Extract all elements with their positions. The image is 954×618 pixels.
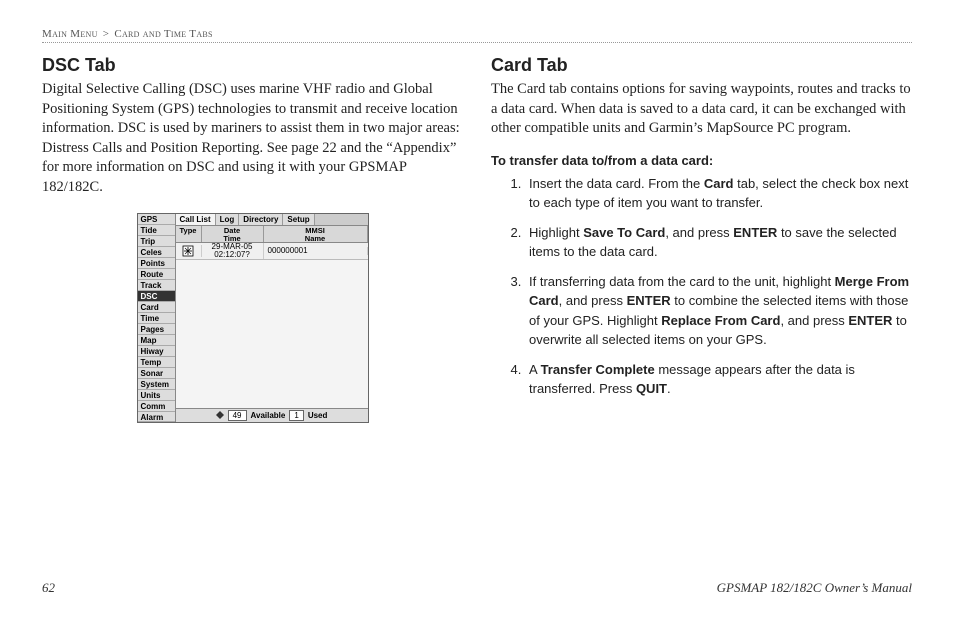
step-1: Insert the data card. From the Card tab,…: [525, 174, 912, 213]
gps-tab-celes: Celes: [138, 247, 175, 258]
gps-tab-map: Map: [138, 335, 175, 346]
page-footer: 62 GPSMAP 182/182C Owner’s Manual: [42, 580, 912, 596]
gps-tab-track: Track: [138, 280, 175, 291]
gps-screenshot: GPSTideTripCelesPointsRouteTrackDSCCardT…: [137, 213, 369, 423]
gps-tab-temp: Temp: [138, 357, 175, 368]
gps-table-body: [176, 260, 368, 408]
step-2: Highlight Save To Card, and press ENTER …: [525, 223, 912, 262]
step-4: A Transfer Complete message appears afte…: [525, 360, 912, 399]
content-columns: DSC Tab Digital Selective Calling (DSC) …: [42, 55, 912, 423]
gps-tab-system: System: [138, 379, 175, 390]
gps-table-header: Type DateTime MMSIName: [176, 226, 368, 243]
gps-footer: 49 Available 1 Used: [176, 408, 368, 422]
gps-header-type: Type: [176, 226, 202, 242]
card-heading: Card Tab: [491, 55, 912, 76]
gps-tab-tide: Tide: [138, 225, 175, 236]
gps-tab-dsc: DSC: [138, 291, 175, 302]
page-number: 62: [42, 580, 55, 596]
gps-header-mmsi: MMSIName: [264, 226, 368, 242]
gps-main: Call ListLogDirectorySetup Type DateTime…: [176, 214, 368, 422]
gps-tab-alarm: Alarm: [138, 412, 175, 423]
gps-footer-used-count: 1: [289, 410, 303, 421]
right-column: Card Tab The Card tab contains options f…: [491, 55, 912, 423]
gps-footer-available-label: Available: [251, 411, 286, 420]
left-column: DSC Tab Digital Selective Calling (DSC) …: [42, 55, 463, 423]
gps-subtabs: Call ListLogDirectorySetup: [176, 214, 368, 226]
card-subhead: To transfer data to/from a data card:: [491, 153, 912, 168]
gps-subtab-setup: Setup: [283, 214, 314, 225]
gps-footer-used-label: Used: [308, 411, 328, 420]
diamond-icon: [216, 411, 224, 421]
gps-table-row: 29-MAR-0502:12:07? 000000001: [176, 243, 368, 260]
dsc-heading: DSC Tab: [42, 55, 463, 76]
gps-tab-sonar: Sonar: [138, 368, 175, 379]
gps-subtab-call-list: Call List: [176, 214, 216, 225]
gps-tab-comm: Comm: [138, 401, 175, 412]
gps-tab-route: Route: [138, 269, 175, 280]
gps-tab-time: Time: [138, 313, 175, 324]
gps-footer-available-count: 49: [228, 410, 247, 421]
breadcrumb: Main Menu > Card and Time Tabs: [42, 28, 912, 43]
gps-subtab-log: Log: [216, 214, 240, 225]
gps-tab-points: Points: [138, 258, 175, 269]
gps-row-mmsi: 000000001: [264, 247, 368, 255]
card-body: The Card tab contains options for saving…: [491, 80, 912, 139]
step-3: If transferring data from the card to th…: [525, 272, 912, 350]
breadcrumb-part1: Main Menu: [42, 28, 98, 40]
breadcrumb-part2: Card and Time Tabs: [114, 28, 212, 40]
gps-row-date: 29-MAR-0502:12:07?: [202, 243, 264, 259]
manual-title: GPSMAP 182/182C Owner’s Manual: [717, 580, 912, 596]
gps-tab-pages: Pages: [138, 324, 175, 335]
gps-header-date: DateTime: [202, 226, 264, 242]
gps-row-type-icon: [176, 245, 202, 257]
gps-tab-card: Card: [138, 302, 175, 313]
gps-tab-gps: GPS: [138, 214, 175, 225]
gps-tab-trip: Trip: [138, 236, 175, 247]
gps-tab-units: Units: [138, 390, 175, 401]
gps-screenshot-wrap: GPSTideTripCelesPointsRouteTrackDSCCardT…: [42, 213, 463, 423]
breadcrumb-sep: >: [103, 28, 110, 40]
gps-sidebar: GPSTideTripCelesPointsRouteTrackDSCCardT…: [138, 214, 176, 422]
dsc-body: Digital Selective Calling (DSC) uses mar…: [42, 80, 463, 197]
steps-list: Insert the data card. From the Card tab,…: [491, 174, 912, 399]
gps-subtab-directory: Directory: [239, 214, 283, 225]
gps-tab-hiway: Hiway: [138, 346, 175, 357]
